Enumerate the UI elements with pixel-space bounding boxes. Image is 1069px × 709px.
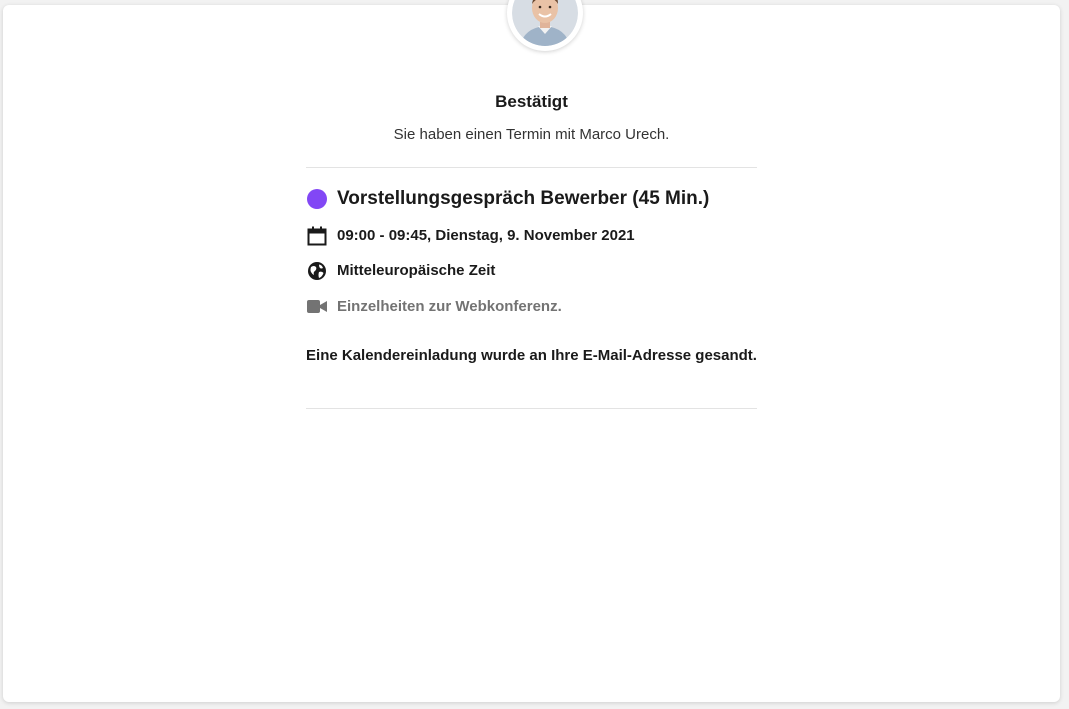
confirmation-subtitle: Sie haben einen Termin mit Marco Urech. [393,126,670,143]
event-name-row: Vorstellungsgespräch Bewerber (45 Min.) [306,188,709,210]
globe-icon [306,260,327,281]
event-datetime: 09:00 - 09:45, Dienstag, 9. November 202… [337,227,635,244]
webconference-details-link[interactable]: Einzelheiten zur Webkonferenz. [337,298,562,315]
calendar-icon [306,225,327,246]
confirmation-card: Bestätigt Sie haben einen Termin mit Mar… [3,0,1060,702]
confirmation-title: Bestätigt [495,92,568,111]
video-camera-icon [306,296,327,317]
bottom-divider [306,408,757,409]
event-timezone-row: Mitteleuropäische Zeit [306,260,495,281]
top-divider [306,167,757,168]
event-name: Vorstellungsgespräch Bewerber (45 Min.) [337,188,710,209]
event-color-dot-icon [306,189,327,210]
event-timezone: Mitteleuropäische Zeit [337,262,496,279]
host-avatar [507,0,583,51]
calendar-invite-notice: Eine Kalendereinladung wurde an Ihre E-M… [306,347,757,364]
event-datetime-row: 09:00 - 09:45, Dienstag, 9. November 202… [306,225,635,246]
event-webconference-row[interactable]: Einzelheiten zur Webkonferenz. [306,296,562,317]
